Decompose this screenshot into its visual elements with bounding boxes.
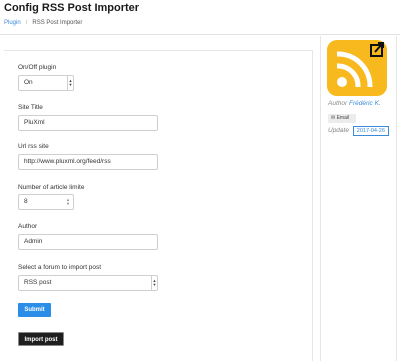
email-label: Email <box>336 115 350 121</box>
email-button[interactable]: ✉ Email <box>328 114 356 123</box>
import-post-button[interactable]: Import post <box>18 332 64 346</box>
plugin-author: Author Frédéric K. <box>328 100 381 107</box>
breadcrumb-separator: / <box>25 20 28 26</box>
article-limit-input[interactable]: 8 ▲ ▼ <box>18 194 74 210</box>
article-limit-label: Number of article limite <box>18 184 85 191</box>
author-label: Author <box>18 223 38 230</box>
author-prefix: Author <box>328 100 348 107</box>
site-title-label: Site Title <box>18 104 43 111</box>
forum-select[interactable]: RSS post ▲ ▼ <box>18 275 158 291</box>
url-label: Url rss site <box>18 143 49 150</box>
breadcrumb-current: RSS Post Importer <box>32 20 83 26</box>
author-link[interactable]: Frédéric K. <box>349 100 381 107</box>
breadcrumb-plugin-link[interactable]: Plugin <box>4 20 21 26</box>
onoff-select-value: On <box>24 79 33 86</box>
update-prefix: Update <box>328 127 349 134</box>
page-title: Config RSS Post Importer <box>4 2 140 14</box>
plugin-update: Update 2017-04-26 <box>328 126 389 136</box>
rss-plugin-icon <box>327 40 387 96</box>
url-input[interactable]: http://www.pluxml.org/feed/rss <box>18 154 158 170</box>
submit-button[interactable]: Submit <box>18 303 51 317</box>
sidebar-divider <box>320 36 321 361</box>
select-arrows-icon: ▲ ▼ <box>151 276 157 290</box>
breadcrumb-divider <box>0 34 400 35</box>
select-arrows-icon: ▲ ▼ <box>67 76 73 90</box>
forum-label: Select a forum to import post <box>18 264 102 271</box>
breadcrumb: Plugin / RSS Post Importer <box>4 20 82 26</box>
article-limit-value: 8 <box>24 198 28 205</box>
spinner-arrows-icon[interactable]: ▲ ▼ <box>66 198 70 206</box>
onoff-select[interactable]: On ▲ ▼ <box>18 75 74 91</box>
right-border <box>396 36 397 361</box>
update-date-badge: 2017-04-26 <box>352 126 389 136</box>
author-input[interactable]: Admin <box>18 234 158 250</box>
site-title-input[interactable]: PluXml <box>18 115 158 131</box>
onoff-label: On/Off plugin <box>18 64 57 71</box>
envelope-icon: ✉ <box>331 115 336 121</box>
forum-select-value: RSS post <box>24 279 52 286</box>
